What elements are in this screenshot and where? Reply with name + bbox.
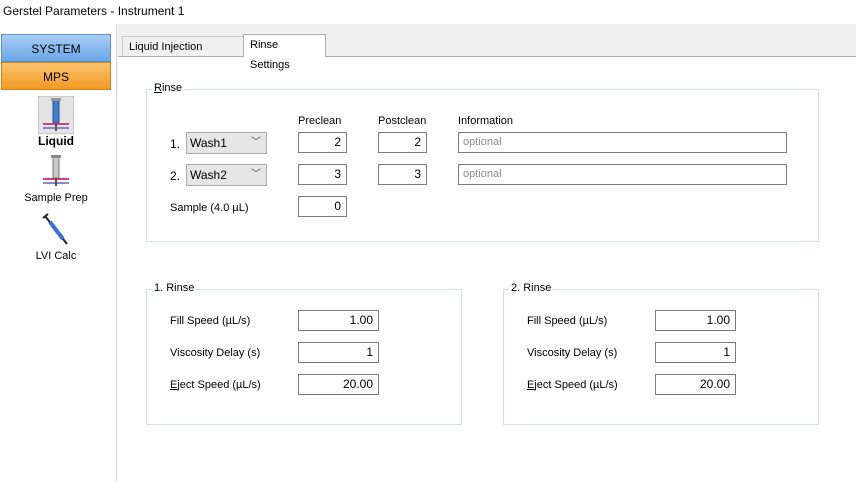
mps-button[interactable]: MPS — [1, 62, 111, 90]
postclean-input-2[interactable]: 3 — [378, 164, 427, 185]
information-input-1[interactable]: optional — [458, 132, 787, 153]
sample-input[interactable]: 0 — [298, 196, 347, 217]
information-input-2[interactable]: optional — [458, 164, 787, 185]
sample-prep-icon — [38, 154, 74, 192]
sidebar: SYSTEM MPS Liquid Sample Prep LVI Calc — [0, 24, 117, 481]
system-button[interactable]: SYSTEM — [1, 34, 111, 62]
sidebar-item-label: Liquid — [38, 134, 74, 148]
sample-label: Sample (4.0 µL) — [170, 202, 249, 214]
information-column-header: Information — [458, 115, 514, 127]
sidebar-item-label: LVI Calc — [35, 250, 77, 262]
rinse-2-fill-speed-input[interactable]: 1.00 — [655, 310, 736, 331]
postclean-column-header: Postclean — [378, 115, 427, 127]
rinse-row-index: 1. — [170, 137, 181, 151]
title-bar: Gerstel Parameters - Instrument 1 — [0, 0, 856, 24]
sidebar-item-liquid[interactable]: Liquid — [0, 96, 112, 148]
preclean-input-2[interactable]: 3 — [298, 164, 347, 185]
wash-select-2[interactable]: Wash2 ﹀ — [186, 164, 267, 186]
eject-speed-label: Eject Speed (µL/s) — [527, 379, 618, 391]
sidebar-item-label: Sample Prep — [24, 192, 88, 204]
postclean-input-1[interactable]: 2 — [378, 132, 427, 153]
liquid-syringe-icon — [38, 96, 74, 134]
preclean-input-1[interactable]: 2 — [298, 132, 347, 153]
viscosity-delay-label: Viscosity Delay (s) — [170, 347, 261, 359]
rinse-row-index: 2. — [170, 169, 181, 183]
fill-speed-label: Fill Speed (µL/s) — [527, 315, 608, 327]
window-title: Gerstel Parameters - Instrument 1 — [3, 4, 185, 18]
sidebar-item-sample-prep[interactable]: Sample Prep — [0, 154, 112, 206]
rinse-1-eject-speed-input[interactable]: 20.00 — [298, 374, 379, 395]
rinse-1-viscosity-delay-input[interactable]: 1 — [298, 342, 379, 363]
wash-select-1[interactable]: Wash1 ﹀ — [186, 132, 267, 154]
rinse-1-fill-speed-input[interactable]: 1.00 — [298, 310, 379, 331]
fill-speed-label: Fill Speed (µL/s) — [170, 315, 251, 327]
viscosity-delay-label: Viscosity Delay (s) — [527, 347, 618, 359]
tab-liquid-injection-settings[interactable]: Liquid Injection Settings — [122, 36, 244, 73]
rinse-group-legend: Rinse — [152, 82, 185, 94]
lvi-calc-syringe-icon — [38, 212, 74, 250]
tab-strip: Liquid Injection Settings Rinse Settings — [118, 34, 856, 73]
rinse-2-legend: 2. Rinse — [509, 282, 554, 294]
rinse-2-viscosity-delay-input[interactable]: 1 — [655, 342, 736, 363]
chevron-down-icon: ﹀ — [251, 137, 261, 148]
preclean-column-header: Preclean — [298, 115, 342, 127]
rinse-2-eject-speed-input[interactable]: 20.00 — [655, 374, 736, 395]
sidebar-item-lvi-calc[interactable]: LVI Calc — [0, 212, 112, 264]
rinse-1-legend: 1. Rinse — [152, 282, 197, 294]
tab-rinse-settings[interactable]: Rinse Settings — [243, 34, 326, 71]
chevron-down-icon: ﹀ — [251, 169, 261, 180]
eject-speed-label: Eject Speed (µL/s) — [170, 379, 261, 391]
